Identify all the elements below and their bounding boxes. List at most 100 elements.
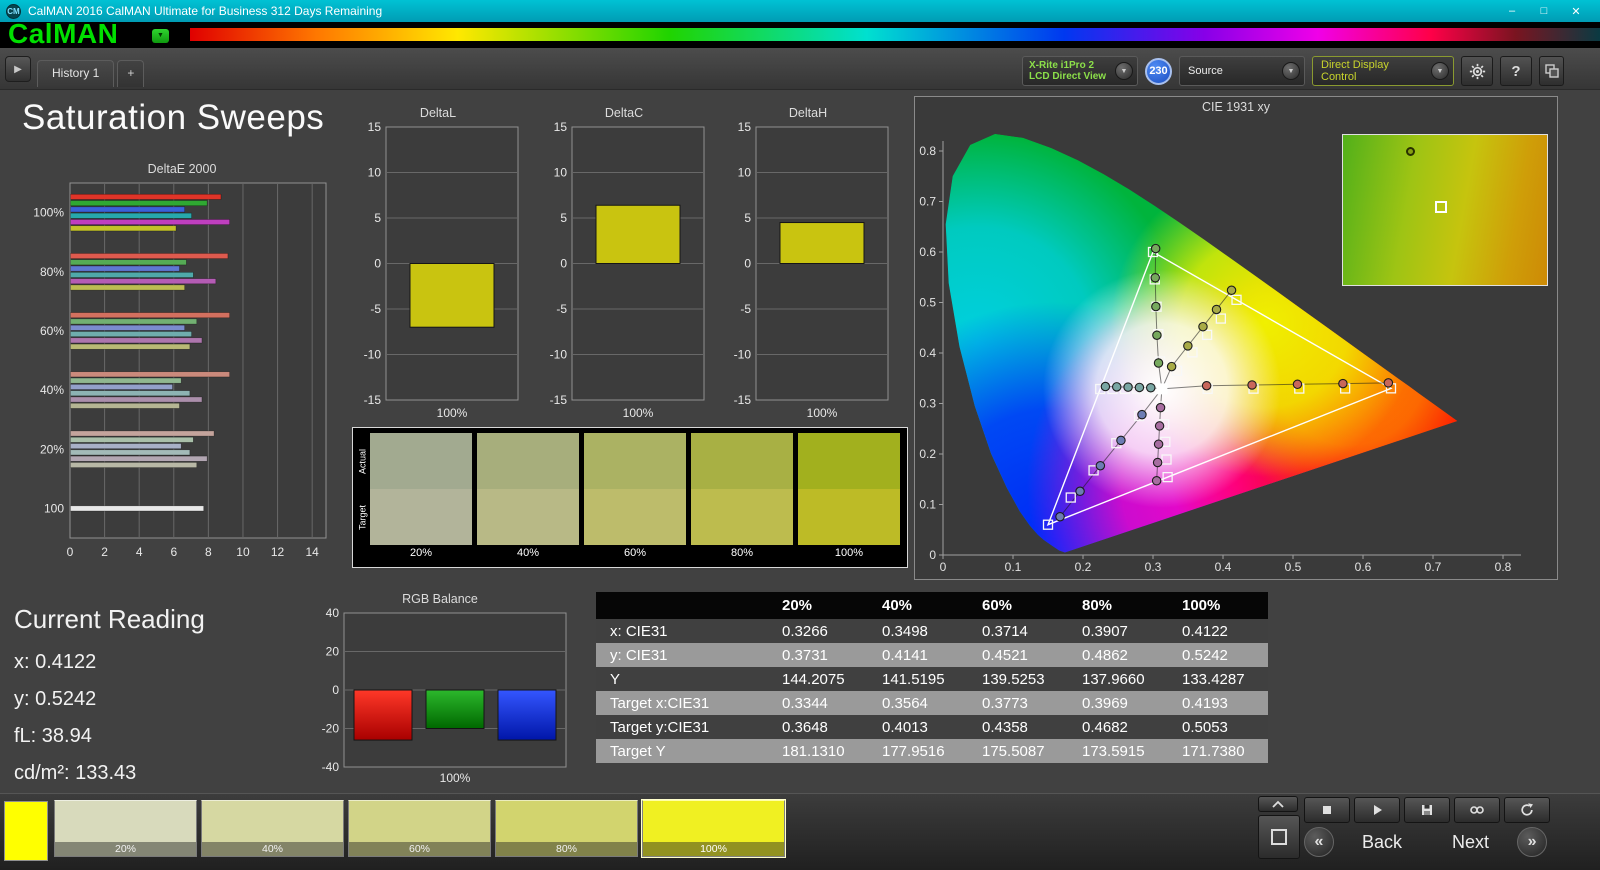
swatch-label: 100% — [834, 547, 864, 559]
table-col-header: 60% — [968, 592, 1068, 619]
chevron-down-icon[interactable]: ▼ — [1115, 62, 1133, 80]
svg-text:5: 5 — [374, 211, 381, 225]
table-row: x: CIE31 0.3266 0.3498 0.3714 0.3907 0.4122 — [596, 619, 1268, 643]
stop-button[interactable] — [1304, 797, 1350, 823]
svg-text:20: 20 — [326, 645, 340, 659]
help-button[interactable]: ? — [1500, 56, 1532, 86]
target-swatch — [477, 489, 579, 545]
chart-title: DeltaC — [604, 106, 644, 120]
reading-value: fL: 38.94 — [14, 725, 92, 747]
nav-expand-button[interactable]: ▶ — [5, 56, 31, 82]
brand-menu-button[interactable]: ▼ — [152, 29, 169, 43]
table-cell: 0.3344 — [768, 691, 868, 715]
current-color-swatch — [4, 801, 48, 861]
close-button[interactable]: ✕ — [1568, 5, 1584, 18]
save-icon — [1422, 805, 1432, 815]
next-chevron-button[interactable]: » — [1517, 827, 1548, 857]
display-control-label: Direct Display Control — [1321, 59, 1389, 83]
reading-value: y: 0.5242 — [14, 688, 97, 710]
table-col-header: 100% — [1168, 592, 1268, 619]
svg-text:15: 15 — [738, 122, 752, 134]
svg-text:15: 15 — [368, 122, 382, 134]
maximize-button[interactable]: □ — [1536, 5, 1552, 18]
chevron-down-icon[interactable]: ▼ — [1431, 62, 1449, 80]
save-button[interactable] — [1404, 797, 1450, 823]
svg-text:-10: -10 — [550, 348, 568, 362]
actual-target-swatch-panel: Actual Target 20% 40% 60% 80% 100% — [352, 427, 908, 568]
saturation-patch-80%[interactable]: 80% — [495, 800, 638, 857]
infinity-icon — [1470, 806, 1484, 814]
svg-text:0: 0 — [67, 545, 74, 559]
svg-text:0: 0 — [560, 257, 567, 271]
table-row-label: x: CIE31 — [596, 619, 768, 643]
svg-text:0.5: 0.5 — [919, 296, 936, 310]
table-cell: 139.5253 — [968, 667, 1068, 691]
svg-text:-15: -15 — [734, 393, 752, 407]
table-cell: 0.4013 — [868, 715, 968, 739]
back-chevron-button[interactable]: « — [1304, 827, 1334, 857]
chevron-down-icon[interactable]: ▼ — [1282, 62, 1300, 80]
deltah-chart: DeltaH 15 10 5 0 -5 -10 -15 100% — [722, 106, 894, 429]
next-button[interactable]: Next — [1430, 828, 1511, 857]
tab-history-1[interactable]: History 1 — [37, 60, 115, 87]
table-cell: 177.9516 — [868, 739, 968, 763]
svg-text:0.4: 0.4 — [1215, 560, 1232, 574]
svg-text:10: 10 — [368, 166, 382, 180]
back-button[interactable]: Back — [1340, 828, 1424, 857]
cie-1931-chart: CIE 1931 xy 0 0.1 0.2 0.3 0.4 0.5 0.6 0.7 0.8 0 0.… — [914, 96, 1558, 580]
meter-name: X-Rite i1Pro 2 — [1029, 60, 1095, 71]
target-swatch — [370, 489, 472, 545]
swatch-label: 60% — [623, 547, 647, 559]
chart-title: DeltaH — [788, 106, 828, 120]
layout-mode-button[interactable] — [1258, 815, 1300, 859]
play-button[interactable] — [1354, 797, 1400, 823]
settings-button[interactable] — [1461, 56, 1493, 86]
deltah-plot: 15 10 5 0 -5 -10 -15 100% — [734, 120, 889, 420]
calman-window: CM CalMAN 2016 CalMAN Ultimate for Busin… — [0, 0, 1600, 870]
continuous-loop-button[interactable] — [1454, 797, 1500, 823]
svg-text:4: 4 — [136, 545, 143, 559]
svg-text:100%: 100% — [807, 406, 838, 420]
svg-text:100%: 100% — [623, 406, 654, 420]
reading-value: cd/m²: 133.43 — [14, 762, 137, 784]
table-col-header: 40% — [868, 592, 968, 619]
workspace-layout-button[interactable] — [1539, 56, 1564, 86]
tab-add-button[interactable]: + — [117, 60, 145, 87]
table-cell: 144.2075 — [768, 667, 868, 691]
svg-text:0.8: 0.8 — [1495, 560, 1512, 574]
saturation-patch-row: 20% 40% 60% 80% 100% — [54, 799, 786, 858]
table-cell: 133.4287 — [1168, 667, 1268, 691]
refresh-icon — [1521, 803, 1533, 816]
svg-text:40: 40 — [326, 608, 340, 620]
source-label: Source — [1188, 65, 1223, 77]
display-control-dropdown[interactable]: Direct Display Control ▼ — [1312, 56, 1454, 86]
minimize-button[interactable]: – — [1504, 5, 1520, 18]
swatch-column-60%: 60% — [584, 433, 686, 567]
svg-text:0.2: 0.2 — [919, 447, 936, 461]
help-icon: ? — [1511, 62, 1521, 80]
table-cell: 0.3564 — [868, 691, 968, 715]
actual-swatch — [477, 433, 579, 489]
current-reading-title: Current Reading — [14, 604, 205, 634]
meter-dropdown[interactable]: X-Rite i1Pro 2 LCD Direct View ▼ — [1022, 56, 1138, 86]
saturation-patch-40%[interactable]: 40% — [201, 800, 344, 857]
play-icon — [1374, 805, 1382, 815]
cie-zoom-inset — [1342, 134, 1548, 286]
saturation-patch-60%[interactable]: 60% — [348, 800, 491, 857]
panel-collapse-button[interactable] — [1258, 796, 1298, 812]
refresh-button[interactable] — [1504, 797, 1550, 823]
rainbow-strip — [190, 28, 1600, 41]
brand-bar: CalMAN ▼ — [0, 18, 1600, 49]
table-cell: 141.5195 — [868, 667, 968, 691]
patch-label: 80% — [496, 842, 637, 856]
table-row-label: Target x:CIE31 — [596, 691, 768, 715]
source-dropdown[interactable]: Source ▼ — [1179, 56, 1305, 86]
measured-point-icon — [1406, 147, 1416, 156]
svg-text:100%: 100% — [33, 206, 64, 220]
table-cell: 0.3731 — [768, 643, 868, 667]
tab-label: History 1 — [52, 66, 100, 80]
table-row-label: Target y:CIE31 — [596, 715, 768, 739]
target-swatch — [798, 489, 900, 545]
saturation-patch-20%[interactable]: 20% — [54, 800, 197, 857]
saturation-patch-100%[interactable]: 100% — [641, 799, 786, 858]
